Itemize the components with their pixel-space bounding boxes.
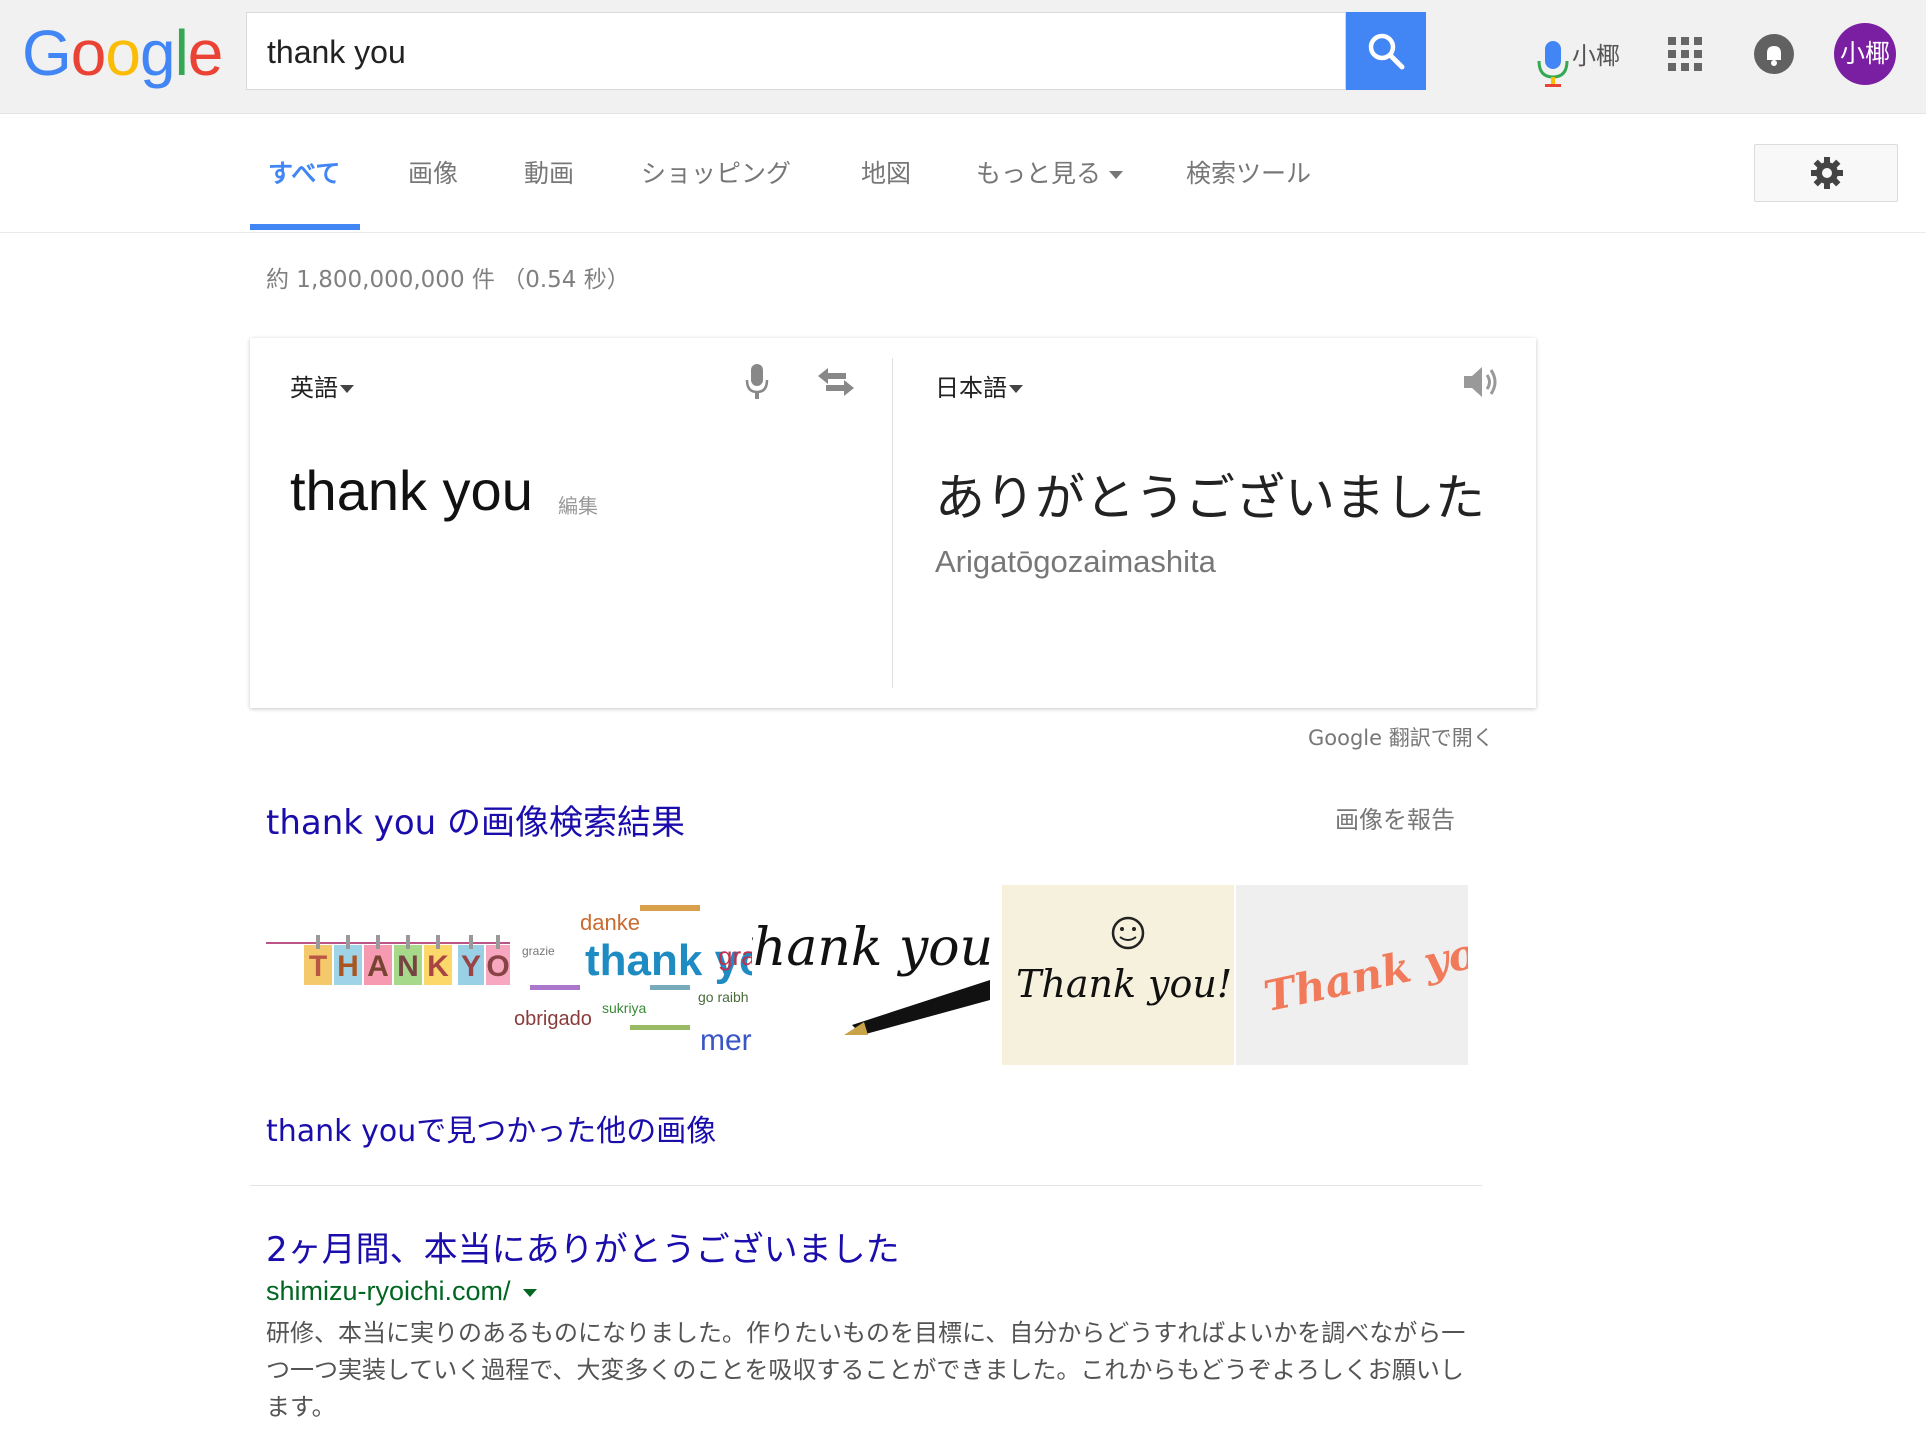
open-in-translate-link[interactable]: Google 翻訳で開く [1308,722,1494,752]
thumb1-letter: O [486,950,509,983]
thumb5-text: Thank you [1260,922,1468,1021]
romanization-text: Arigatōgozaimashita [935,544,1216,579]
image-results-heading[interactable]: thank you の画像検索結果 [266,795,685,844]
thumb3-text: thank you [752,918,990,978]
search-tabs: すべて 画像 動画 ショッピング 地図 もっと見る 検索ツール [0,114,1926,233]
thumb1-letter: A [367,950,389,983]
tab-more[interactable]: もっと見る [976,154,1124,190]
more-images-link[interactable]: thank youで見つかった他の画像 [266,1106,716,1150]
thumb1-letter: H [337,950,359,983]
chevron-down-icon [340,385,354,393]
tab-shopping[interactable]: ショッピング [641,154,791,190]
result-snippet: 研修、本当に実りのあるものになりました。作りたいものを目標に、自分からどうすれば… [266,1319,1466,1421]
result-title-link[interactable]: 2ヶ月間、本当にありがとうございました [266,1222,900,1271]
thumb1-letter: Y [461,950,481,983]
google-logo[interactable]: Google [22,14,224,92]
logo-letter-e: e [187,17,224,89]
thumb2-word: obrigado [514,1008,592,1030]
translate-card: 英語 日本語 thank you 編集 ありがとうございました Arigatōg… [250,338,1536,708]
tab-all[interactable]: すべて [268,154,340,190]
active-tab-indicator [250,224,360,230]
thumb2-word: sukriya [602,1000,647,1016]
tab-maps[interactable]: 地図 [861,154,911,190]
logo-letter-o1: o [70,17,107,89]
thumb2-word: danke [580,910,640,935]
tab-search-tools[interactable]: 検索ツール [1186,154,1311,190]
thumb2-word: gracias [718,941,752,971]
report-images-link[interactable]: 画像を報告 [1335,800,1455,835]
image-thumbnails: T H A N K Y O danke thank y gra mer obri… [266,885,1468,1065]
logo-letter-g2: g [139,17,176,89]
thumb1-letter: N [397,950,419,983]
source-language-select[interactable]: 英語 [290,368,354,403]
user-name-link[interactable]: 小椰 [1572,36,1620,71]
chevron-down-icon[interactable] [522,1288,537,1297]
results-divider [250,1185,1482,1186]
result-url-text: shimizu-ryoichi.com/ [266,1276,511,1306]
result-stats: 約 1,800,000,000 件 （0.54 秒） [266,267,630,293]
thumb1-letter: T [309,950,327,983]
thumb2-word: grazie [522,944,555,958]
edit-link[interactable]: 編集 [558,490,598,519]
target-language-label: 日本語 [935,374,1007,402]
image-thumbnail-2[interactable]: danke thank you gracias merci obrigado s… [510,885,752,1065]
chevron-down-icon [1009,385,1023,393]
apps-grid-icon[interactable] [1668,37,1702,71]
search-input[interactable] [265,13,1269,91]
logo-letter-l: l [174,17,189,89]
swap-languages-icon[interactable] [816,366,856,402]
logo-letter-g: G [22,17,72,89]
tab-images[interactable]: 画像 [408,154,458,190]
avatar[interactable]: 小椰 [1834,23,1896,85]
tab-videos[interactable]: 動画 [524,154,574,190]
microphone-icon[interactable] [1533,39,1573,89]
source-language-label: 英語 [290,374,338,402]
tab-more-label: もっと見る [976,159,1102,188]
image-thumbnail-5[interactable]: Thank you [1236,885,1468,1065]
image-thumbnail-1[interactable]: T H A N K Y O [266,885,510,1065]
thumb2-word: merci [700,1024,752,1057]
chevron-down-icon [1109,171,1124,179]
thumb4-text: Thank you! [1016,962,1232,1006]
source-text[interactable]: thank you [290,458,533,523]
gear-icon [1811,157,1843,189]
notifications-bell-icon[interactable] [1754,34,1794,74]
image-thumbnail-4[interactable]: Thank you! [1002,885,1234,1065]
search-button[interactable] [1346,12,1426,90]
result-url: shimizu-ryoichi.com/ [266,1276,537,1307]
thumb1-letter: K [427,950,449,983]
search-icon [1368,33,1405,70]
settings-button[interactable] [1754,144,1898,202]
microphone-icon[interactable] [744,362,770,406]
translated-text: ありがとうございました [935,469,1485,527]
logo-letter-o2: o [105,17,141,89]
target-language-select[interactable]: 日本語 [935,368,1023,403]
speaker-icon[interactable] [1460,362,1500,406]
translate-divider [892,358,893,688]
image-thumbnail-3[interactable]: thank you [752,885,990,1065]
search-box [246,12,1569,91]
thumb2-word: go raibh [698,989,749,1005]
top-bar: Google 小椰 [0,0,1926,114]
